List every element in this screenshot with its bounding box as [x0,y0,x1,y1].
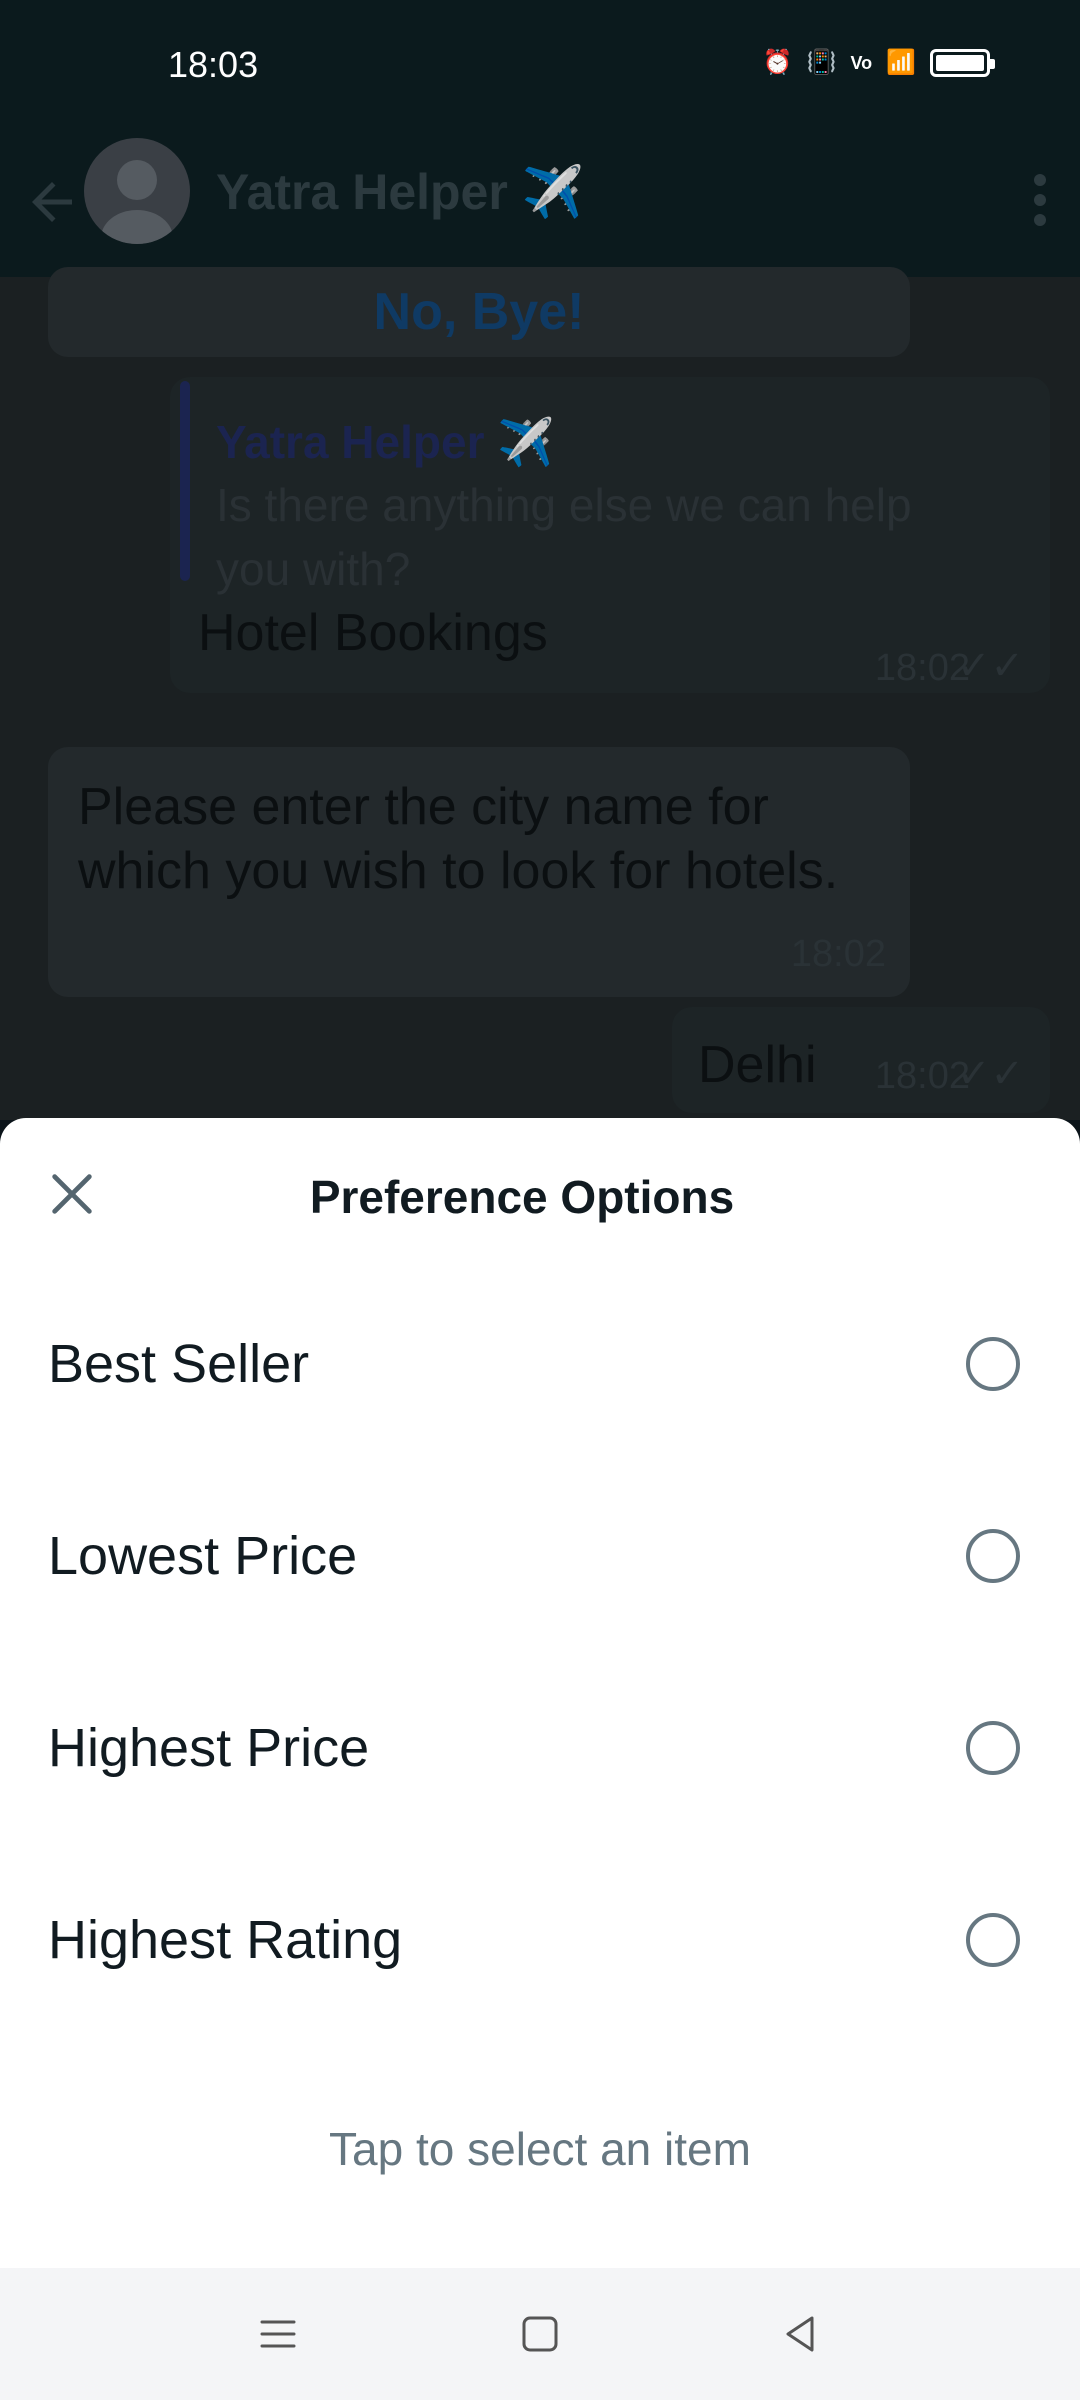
option-label: Highest Rating [48,1910,403,1970]
preference-options-sheet: Preference Options Best Seller Lowest Pr… [0,1118,1080,2268]
message-text: Hotel Bookings [198,604,548,662]
message-time: 18:02 [790,933,886,975]
vibrate-icon: 📳 [806,49,837,76]
status-time: 18:03 [168,44,259,85]
message-time: 18:02 [874,647,970,689]
option-lowest-price[interactable]: Lowest Price [0,1460,1080,1652]
option-highest-price[interactable]: Highest Price [0,1652,1080,1844]
option-label: Best Seller [48,1334,310,1394]
back-triangle-icon[interactable] [774,2308,826,2360]
chat-area: No, Bye! Yatra Helper ✈️ Is there anythi… [0,267,1080,1120]
quoted-author: Yatra Helper ✈️ [216,416,555,468]
option-best-seller[interactable]: Best Seller [0,1268,1080,1460]
incoming-message-bubble[interactable]: Please enter the city name for which you… [48,747,910,997]
volte-icon: Vo [850,53,873,73]
radio-button[interactable] [966,1721,1020,1775]
home-icon[interactable] [514,2308,566,2360]
quick-reply-button[interactable]: No, Bye! [48,267,910,357]
read-ticks-icon: ✓✓ [956,644,1024,688]
alarm-icon: ⏰ [762,49,793,76]
outgoing-reply-bubble[interactable]: Yatra Helper ✈️ Is there anything else w… [170,377,1050,693]
message-text: Delhi [698,1036,817,1094]
more-vert-icon[interactable] [1030,170,1050,230]
radio-button[interactable] [966,1913,1020,1967]
system-nav-bar [0,2268,1080,2400]
read-ticks-icon: ✓✓ [956,1052,1024,1096]
option-label: Lowest Price [48,1526,358,1586]
option-label: Highest Price [48,1718,370,1778]
message-text: Please enter the city name for which you… [78,778,839,900]
radio-button[interactable] [966,1529,1020,1583]
person-icon [101,160,173,244]
arrow-left-icon[interactable] [22,172,82,232]
sheet-title: Preference Options [309,1171,735,1223]
avatar[interactable] [84,138,190,244]
option-highest-rating[interactable]: Highest Rating [0,1844,1080,2036]
chat-title[interactable]: Yatra Helper ✈️ [216,163,584,222]
quote-bar [180,381,190,581]
menu-icon[interactable] [252,2308,304,2360]
outgoing-message-bubble[interactable]: Delhi 18:02 ✓✓ [672,1007,1050,1113]
sheet-hint: Tap to select an item [329,2123,751,2175]
message-time: 18:02 [874,1055,970,1097]
quick-reply-label: No, Bye! [373,283,585,341]
quoted-text: Is there anything else we can help you w… [216,479,912,595]
radio-button[interactable] [966,1337,1020,1391]
status-bar: 18:03 ⏰ 📳 Vo 📶 [0,0,1080,135]
signal-icon: 📶 [886,49,916,76]
status-icons: ⏰ 📳 Vo 📶 [762,48,995,78]
battery-icon [930,49,995,77]
